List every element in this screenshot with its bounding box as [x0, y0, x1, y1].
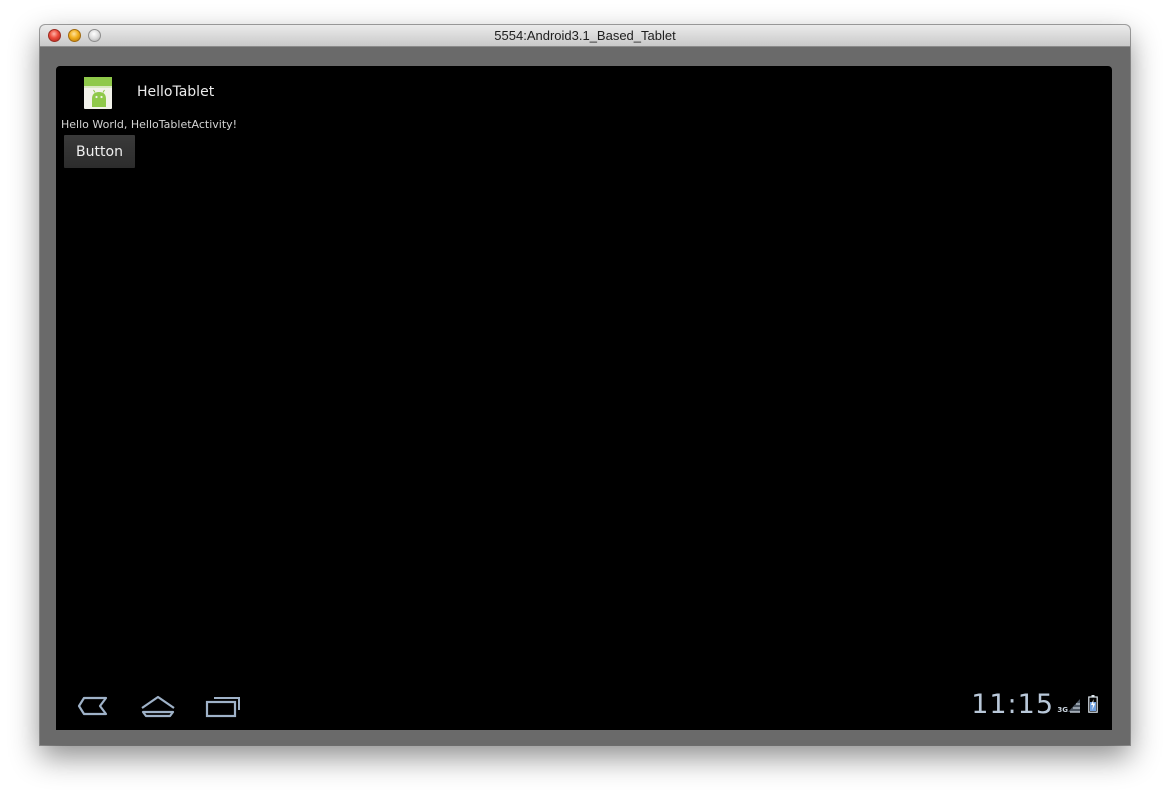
android-app-icon — [84, 77, 112, 109]
status-clock[interactable]: 11:15 — [971, 690, 1054, 720]
signal-icon — [1068, 699, 1080, 713]
window-titlebar[interactable]: 5554:Android3.1_Based_Tablet — [40, 25, 1130, 47]
recent-apps-icon[interactable] — [203, 692, 243, 720]
window-title: 5554:Android3.1_Based_Tablet — [494, 28, 676, 43]
network-type-label: 3G — [1057, 706, 1068, 714]
home-icon[interactable] — [138, 692, 178, 720]
android-screen: HelloTablet Hello World, HelloTabletActi… — [56, 66, 1112, 730]
hello-button[interactable]: Button — [64, 135, 135, 168]
system-bar: 11:15 3G — [56, 682, 1112, 730]
hello-world-text: Hello World, HelloTabletActivity! — [61, 118, 238, 131]
emulator-window: 5554:Android3.1_Based_Tablet HelloTablet… — [40, 25, 1130, 745]
battery-icon — [1088, 695, 1098, 713]
app-title: HelloTablet — [137, 84, 215, 100]
back-icon[interactable] — [72, 692, 112, 720]
